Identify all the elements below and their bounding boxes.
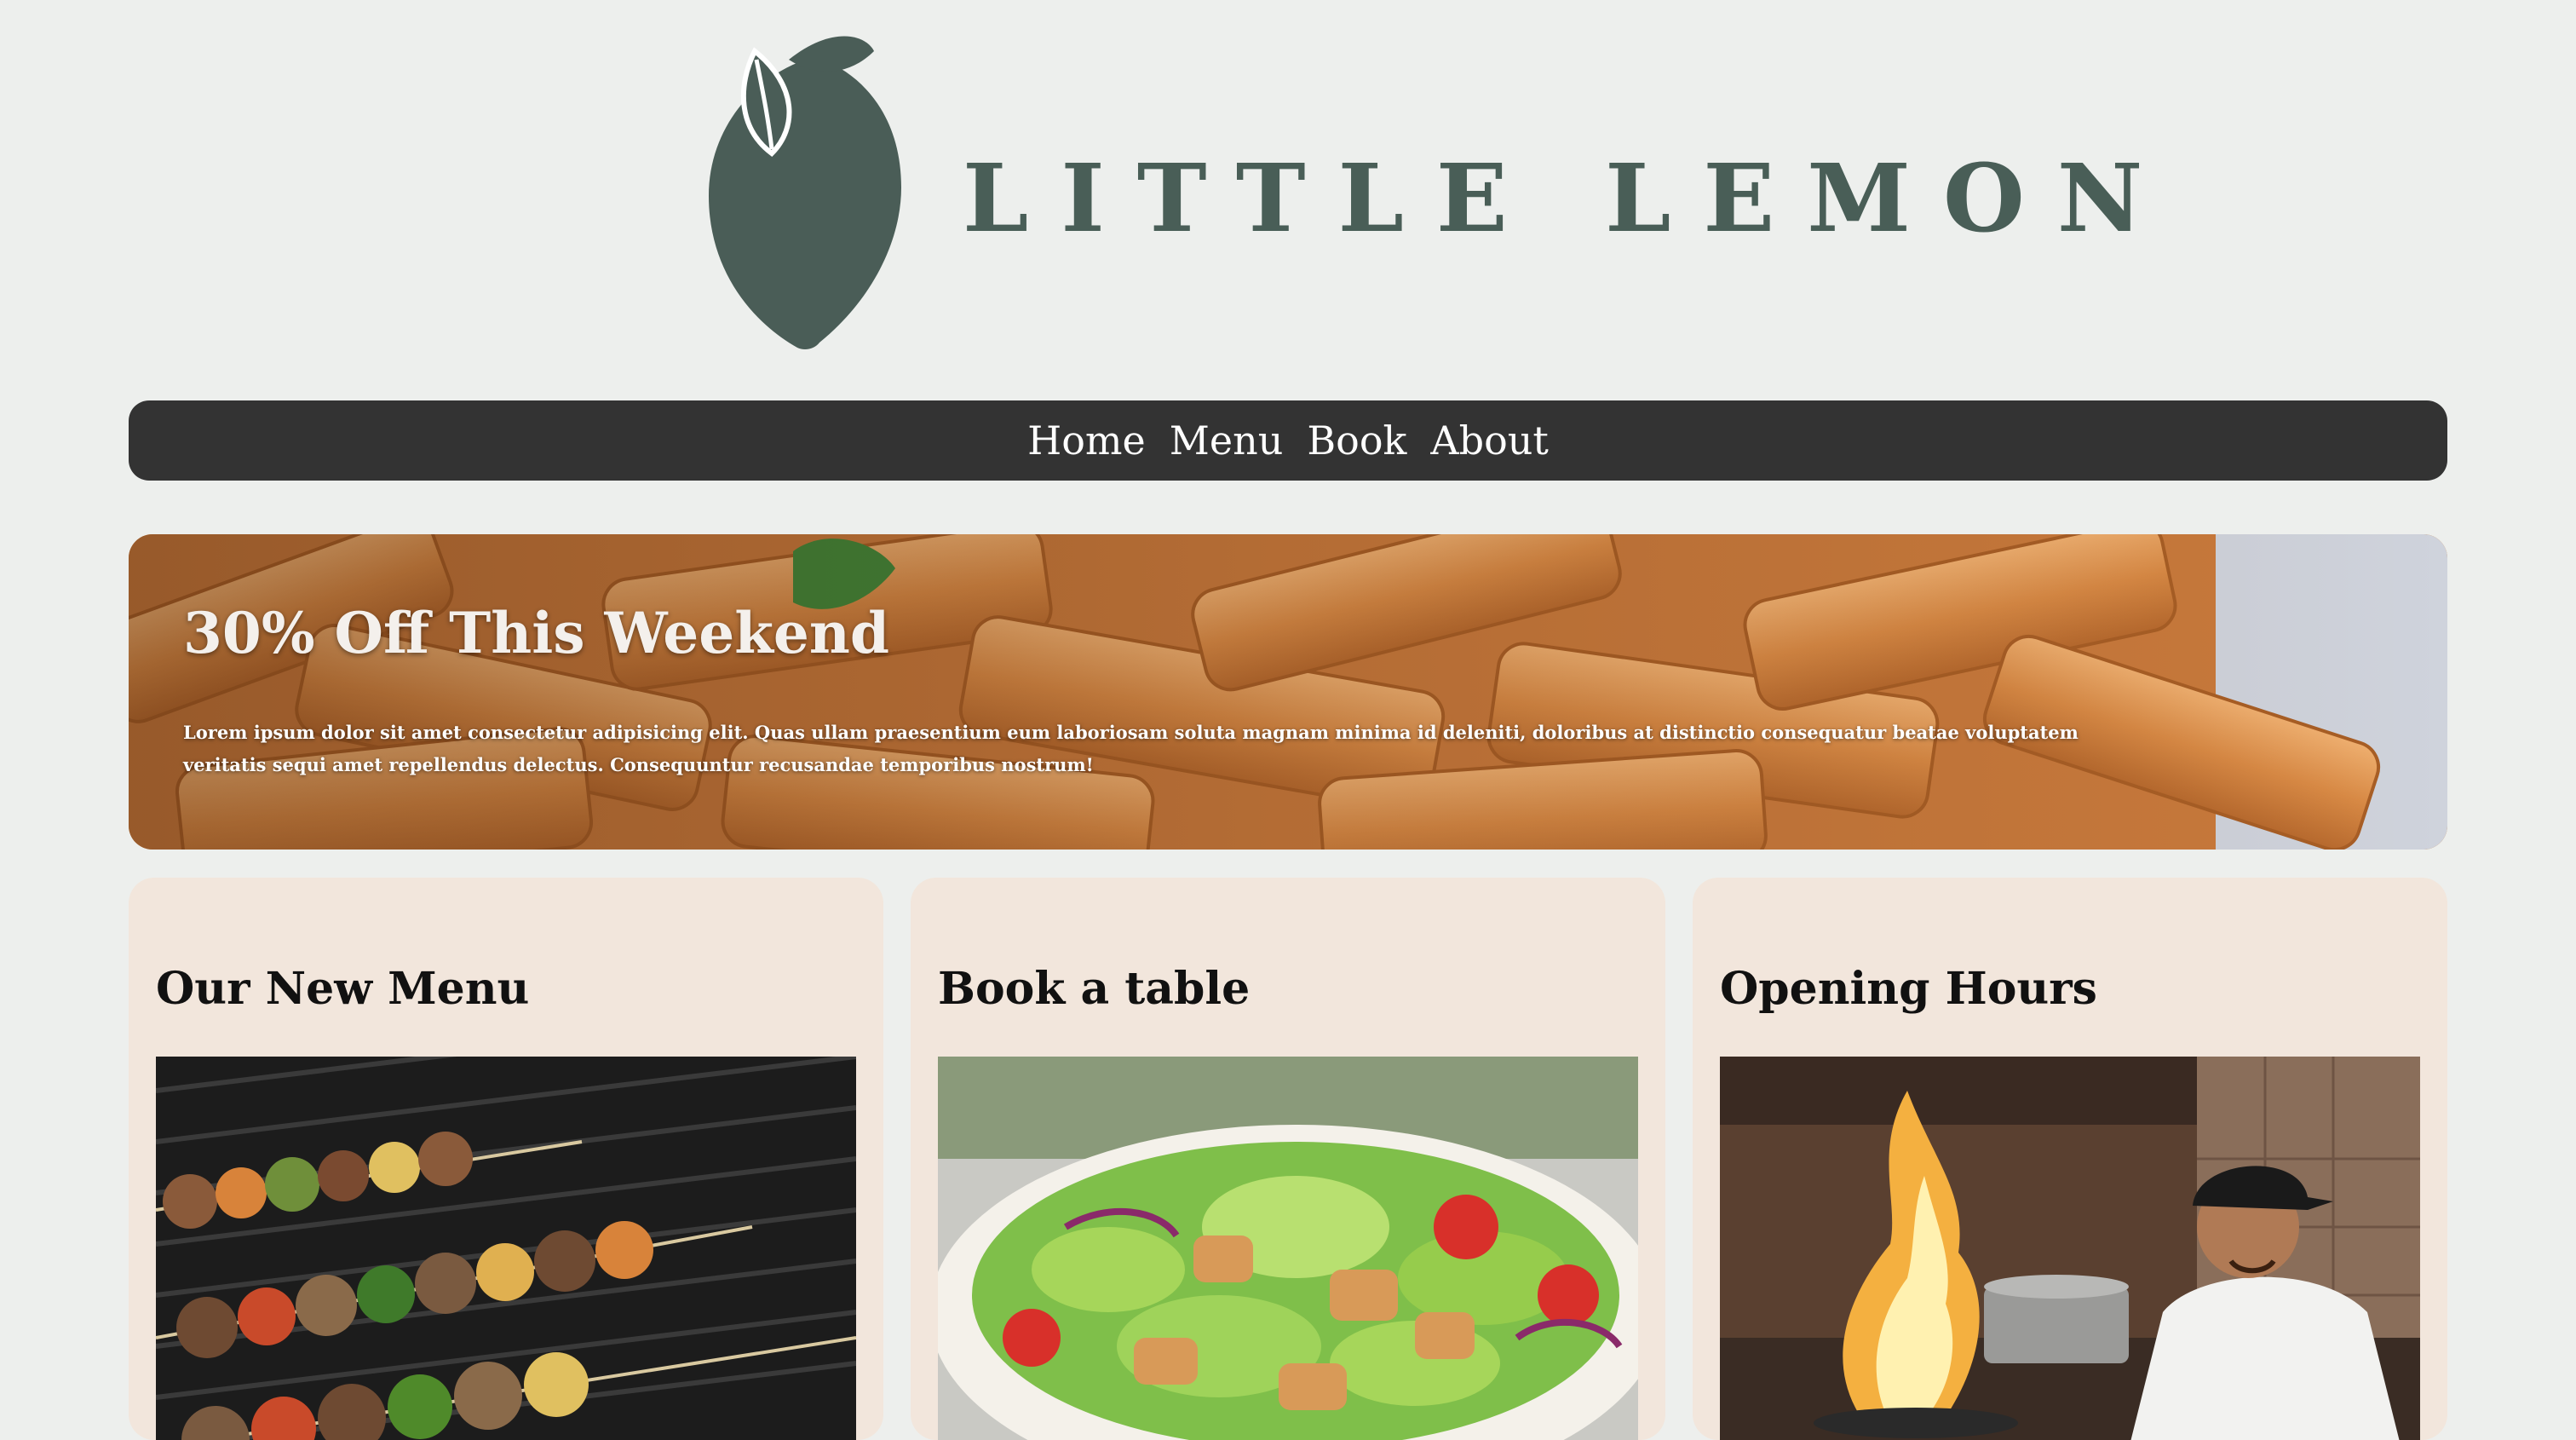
nav-about-link[interactable]: About	[1430, 400, 1548, 481]
nav-book-link[interactable]: Book	[1307, 400, 1406, 481]
chef-flambe-photo	[1720, 1057, 2420, 1440]
card-title: Our New Menu	[156, 963, 530, 1015]
pasta-penne-photo	[129, 534, 2447, 850]
card-new-menu[interactable]: Our New Menu	[129, 878, 883, 1440]
grilled-skewers-photo	[156, 1057, 856, 1440]
site-header: LITTLE LEMON	[0, 0, 2576, 375]
promo-description: Lorem ipsum dolor sit amet consectetur a…	[183, 722, 2079, 775]
nav-menu-link[interactable]: Menu	[1170, 400, 1284, 481]
promo-title: 30% Off This Weekend	[183, 600, 890, 666]
card-book-table[interactable]: Book a table	[911, 878, 1665, 1440]
promo-banner: 30% Off This Weekend Lorem ipsum dolor s…	[129, 534, 2447, 850]
card-title: Book a table	[938, 963, 1251, 1015]
card-title: Opening Hours	[1720, 963, 2097, 1015]
salad-bowl-photo	[938, 1057, 1638, 1440]
main-nav: Home Menu Book About	[129, 400, 2447, 481]
card-opening-hours[interactable]: Opening Hours	[1693, 878, 2447, 1440]
nav-home-link[interactable]: Home	[1027, 400, 1146, 481]
brand-name: LITTLE LEMON	[963, 143, 2176, 253]
lemon-icon[interactable]	[704, 26, 908, 349]
